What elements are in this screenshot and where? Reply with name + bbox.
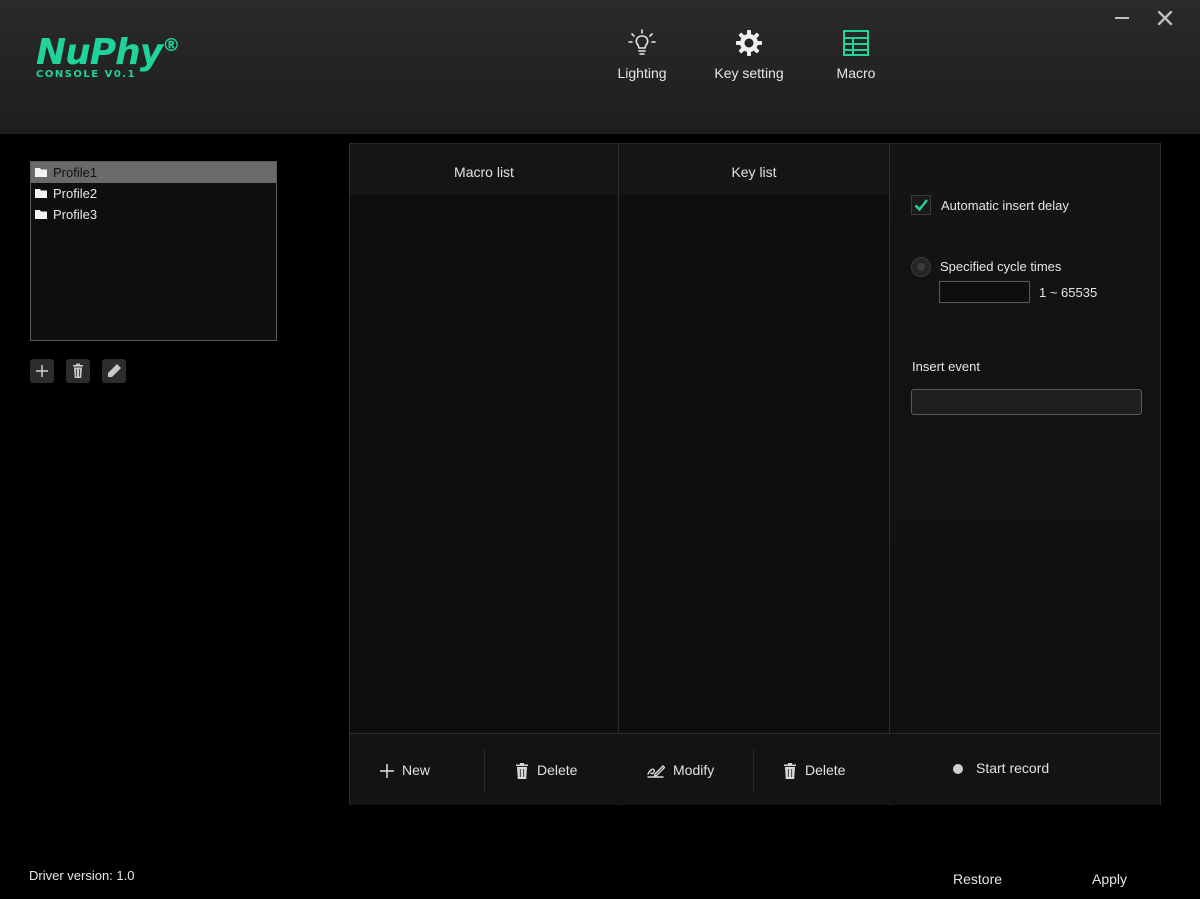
cycle-times-input[interactable] <box>939 281 1030 303</box>
add-profile-button[interactable] <box>30 359 54 383</box>
profile-item-3[interactable]: Profile3 <box>31 204 276 225</box>
profile-item-label: Profile1 <box>53 165 98 180</box>
tab-key-setting[interactable]: Key setting <box>699 28 799 88</box>
minimize-button[interactable] <box>1108 6 1136 30</box>
driver-version: Driver version: 1.0 <box>29 868 135 883</box>
gear-icon <box>736 30 762 56</box>
registered-mark: ® <box>162 35 180 56</box>
delete-key-label: Delete <box>805 762 846 778</box>
nuphy-logo: NuPhy® CONSOLE V0.1 <box>36 26 180 81</box>
close-button[interactable] <box>1151 6 1179 30</box>
folder-icon <box>35 189 47 198</box>
tab-lighting-label: Lighting <box>617 65 667 81</box>
folder-icon <box>35 210 47 219</box>
profile-item-2[interactable]: Profile2 <box>31 183 276 204</box>
profile-list: Profile1 Profile2 Profile3 <box>30 161 277 341</box>
macro-options: Automatic insert delay Specified cycle t… <box>890 144 1160 732</box>
macro-panel: Macro list Key list Automatic insert del… <box>349 143 1161 806</box>
add-icon <box>36 365 48 377</box>
lightbulb-icon <box>628 29 656 55</box>
auto-delay-label: Automatic insert delay <box>941 198 1069 213</box>
trash-icon <box>784 763 796 780</box>
folder-icon <box>35 168 47 177</box>
new-macro-label: New <box>402 762 431 778</box>
delete-key-button[interactable]: Delete <box>783 734 845 806</box>
profile-item-label: Profile2 <box>53 186 98 201</box>
rename-profile-button[interactable] <box>102 359 126 383</box>
insert-event-label: Insert event <box>912 359 980 374</box>
tab-key-setting-label: Key setting <box>714 65 784 81</box>
column-divider <box>618 144 619 806</box>
edit-icon <box>647 765 665 778</box>
cycle-times-radio[interactable] <box>911 257 931 277</box>
profile-item-label: Profile3 <box>53 207 98 222</box>
start-record-button[interactable]: Start record <box>952 734 1049 806</box>
modify-key-label: Modify <box>673 762 715 778</box>
insert-event-field[interactable] <box>911 389 1142 415</box>
trash-icon <box>73 363 83 378</box>
apply-button[interactable]: Apply <box>1092 871 1127 887</box>
restore-button[interactable]: Restore <box>953 871 1002 887</box>
action-bar: New Delete Modify Delete Start record <box>350 733 1160 805</box>
key-list[interactable] <box>619 195 889 732</box>
delete-profile-button[interactable] <box>66 359 90 383</box>
tab-macro-label: Macro <box>836 65 876 81</box>
macro-list[interactable] <box>350 195 618 732</box>
logo-text: NuPhy® <box>36 26 180 73</box>
brand-name: NuPhy <box>36 32 163 73</box>
plus-icon <box>380 764 394 779</box>
minimize-icon <box>1115 17 1129 19</box>
auto-delay-checkbox[interactable] <box>911 195 931 215</box>
record-dot-icon <box>953 764 963 775</box>
cycle-range-hint: 1 ~ 65535 <box>1039 285 1098 300</box>
trash-icon <box>516 763 528 780</box>
profile-item-1[interactable]: Profile1 <box>31 162 276 183</box>
key-list-header: Key list <box>619 144 889 195</box>
cycle-times-label: Specified cycle times <box>940 259 1062 274</box>
modify-key-button[interactable]: Modify <box>647 734 714 806</box>
checkmark-icon <box>914 199 928 212</box>
delete-macro-button[interactable]: Delete <box>515 734 577 806</box>
tab-macro[interactable]: Macro <box>806 28 906 88</box>
divider <box>753 750 754 792</box>
divider <box>484 750 485 792</box>
close-icon <box>1157 10 1173 26</box>
delete-macro-label: Delete <box>537 762 578 778</box>
pencil-icon <box>108 364 121 377</box>
macro-list-header: Macro list <box>350 144 618 195</box>
tab-lighting[interactable]: Lighting <box>592 28 692 88</box>
header-bar: NuPhy® CONSOLE V0.1 Lighting Key setting… <box>0 0 1200 134</box>
table-icon <box>843 30 869 56</box>
start-record-label: Start record <box>976 760 1050 776</box>
new-macro-button[interactable]: New <box>380 734 430 806</box>
